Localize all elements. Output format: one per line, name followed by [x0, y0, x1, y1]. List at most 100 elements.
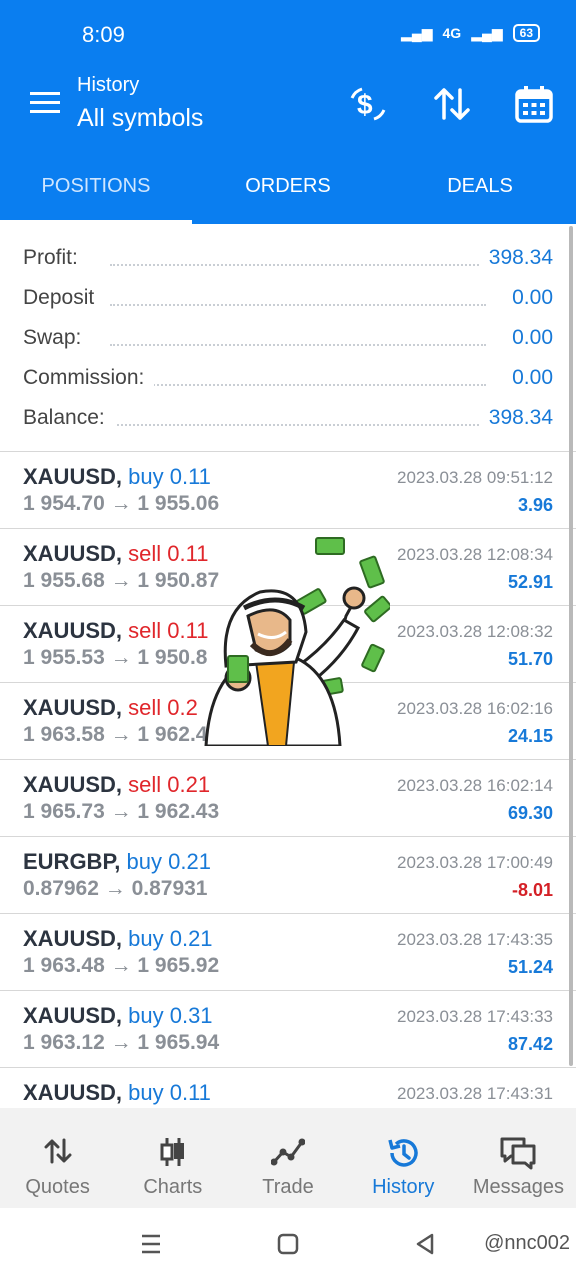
deal-time: 2023.03.28 16:02:16 [397, 699, 553, 718]
deal-prices: 1 954.70 → 1 955.06 [23, 492, 220, 515]
home-icon[interactable] [277, 1232, 299, 1256]
deal-profit: 51.70 [507, 649, 553, 669]
battery-icon: 63 [512, 24, 540, 42]
deal-profit: 69.30 [507, 803, 553, 823]
signal-icon: ▂▄▆ [401, 24, 433, 41]
messages-icon [500, 1137, 536, 1170]
deal-prices: 1 965.73 → 1 962.43 [23, 800, 220, 823]
nav-charts[interactable]: Charts [115, 1108, 230, 1208]
deal-prices: 1 955.53 → 1 950.8 [23, 646, 208, 669]
deal-profit: 51.24 [507, 957, 553, 977]
app-bar: History All symbols $ [0, 62, 576, 146]
nav-label: History [372, 1176, 435, 1198]
deal-profit: -8.01 [511, 880, 553, 900]
deal-symbol: XAUUSD, buy 0.21 [23, 926, 213, 951]
svg-text:$: $ [357, 89, 373, 120]
nav-quotes[interactable]: Quotes [0, 1108, 115, 1208]
tab-bar: POSITIONS ORDERS DEALS [0, 146, 576, 224]
deal-time: 2023.03.28 17:43:31 [397, 1084, 553, 1103]
deal-profit: 24.15 [507, 726, 553, 746]
deal-profit: 52.91 [507, 572, 553, 592]
dotted-leader [110, 304, 486, 306]
nav-history[interactable]: History [346, 1108, 461, 1208]
summary-label: Deposit [23, 286, 105, 310]
deal-row[interactable]: XAUUSD, buy 0.31 1 963.12 → 1 965.94 202… [0, 991, 576, 1068]
summary-row-balance: Balance: 398.34 [0, 398, 576, 438]
signal-icon-2: ▂▄▆ [471, 24, 503, 41]
tab-positions[interactable]: POSITIONS [0, 146, 192, 224]
dotted-leader [110, 264, 486, 266]
trade-icon [271, 1138, 305, 1166]
quotes-icon [44, 1138, 72, 1164]
nav-label: Charts [143, 1176, 203, 1198]
summary-value: 0.00 [502, 326, 553, 350]
deal-prices: 0.87962 → 0.87931 [23, 877, 208, 900]
summary-label: Commission: [23, 366, 155, 390]
system-nav-bar: @nnc002 [0, 1208, 576, 1280]
dotted-leader [110, 344, 486, 346]
tab-deals[interactable]: DEALS [384, 146, 576, 224]
deal-symbol: XAUUSD, sell 0.2 [23, 695, 198, 720]
charts-icon [160, 1138, 184, 1166]
deal-time: 2023.03.28 16:02:14 [397, 776, 553, 795]
deal-symbol: XAUUSD, sell 0.11 [23, 618, 209, 643]
dotted-leader [110, 384, 486, 386]
deal-prices: 1 963.48 → 1 965.92 [23, 954, 220, 977]
summary-row-swap: Swap: 0.00 [0, 318, 576, 358]
deal-prices: 1 963.12 → 1 965.94 [23, 1031, 220, 1054]
dotted-leader [110, 424, 486, 426]
calendar-icon[interactable] [514, 84, 554, 124]
deal-profit: 87.42 [507, 1034, 553, 1054]
deal-symbol: XAUUSD, buy 0.11 [23, 464, 211, 489]
bottom-nav: Quotes Charts Trade History Messages [0, 1108, 576, 1208]
symbol-selector[interactable]: All symbols [77, 104, 203, 133]
deal-symbol: XAUUSD, buy 0.11 [23, 1080, 211, 1105]
recent-apps-icon[interactable] [140, 1232, 162, 1256]
summary-value: 0.00 [502, 286, 553, 310]
deal-symbol: XAUUSD, sell 0.11 [23, 541, 209, 566]
deal-volume: buy 0.21 [126, 849, 211, 874]
deal-time: 2023.03.28 12:08:32 [397, 622, 553, 641]
tab-orders[interactable]: ORDERS [192, 146, 384, 224]
deal-prices: 1 963.58 → 1 962.4 [23, 723, 208, 746]
summary-value: 398.34 [478, 406, 553, 430]
history-icon [388, 1139, 418, 1167]
deal-profit: 3.96 [517, 495, 553, 515]
deal-volume: buy 0.11 [128, 1080, 211, 1105]
deal-time: 2023.03.28 17:43:33 [397, 1007, 553, 1026]
network-label: 4G [442, 25, 462, 41]
scrollbar[interactable] [569, 226, 573, 1066]
deal-symbol: XAUUSD, sell 0.21 [23, 772, 211, 797]
nav-messages[interactable]: Messages [461, 1108, 576, 1208]
deal-row[interactable]: XAUUSD, buy 0.11 1 954.70 → 1 955.06 202… [0, 452, 576, 529]
deal-time: 2023.03.28 17:43:35 [397, 930, 553, 949]
sort-icon[interactable] [432, 84, 472, 124]
nav-label: Messages [472, 1176, 564, 1198]
deal-volume: buy 0.11 [128, 464, 211, 489]
deal-time: 2023.03.28 17:00:49 [397, 853, 553, 872]
summary-value: 398.34 [478, 246, 553, 270]
nav-label: Trade [262, 1176, 314, 1198]
deal-row[interactable]: XAUUSD, sell 0.21 1 965.73 → 1 962.43 20… [0, 760, 576, 837]
menu-icon[interactable] [30, 92, 60, 116]
summary-label: Profit: [23, 246, 88, 270]
page-subtitle: History [77, 74, 140, 96]
summary-panel: Profit: 398.34 Deposit 0.00 Swap: 0.00 C… [0, 238, 576, 438]
nav-trade[interactable]: Trade [230, 1108, 345, 1208]
status-time: 8:09 [82, 22, 125, 47]
currency-exchange-icon[interactable]: $ [348, 84, 388, 124]
status-icons: ▂▄▆ 4G ▂▄▆ 63 [401, 24, 540, 42]
nav-label: Quotes [25, 1176, 90, 1198]
summary-row-commission: Commission: 0.00 [0, 358, 576, 398]
summary-value: 0.00 [502, 366, 553, 390]
deal-row[interactable]: XAUUSD, buy 0.21 1 963.48 → 1 965.92 202… [0, 914, 576, 991]
deal-row[interactable]: EURGBP, buy 0.21 0.87962 → 0.87931 2023.… [0, 837, 576, 914]
summary-row-profit: Profit: 398.34 [0, 238, 576, 278]
back-icon[interactable] [414, 1232, 436, 1256]
deal-volume: buy 0.21 [128, 926, 213, 951]
watermark: @nnc002 [484, 1232, 570, 1254]
status-bar: 8:09 ▂▄▆ 4G ▂▄▆ 63 [0, 0, 576, 62]
deal-symbol: EURGBP, buy 0.21 [23, 849, 211, 874]
deal-symbol: XAUUSD, buy 0.31 [23, 1003, 213, 1028]
summary-label: Swap: [23, 326, 92, 350]
